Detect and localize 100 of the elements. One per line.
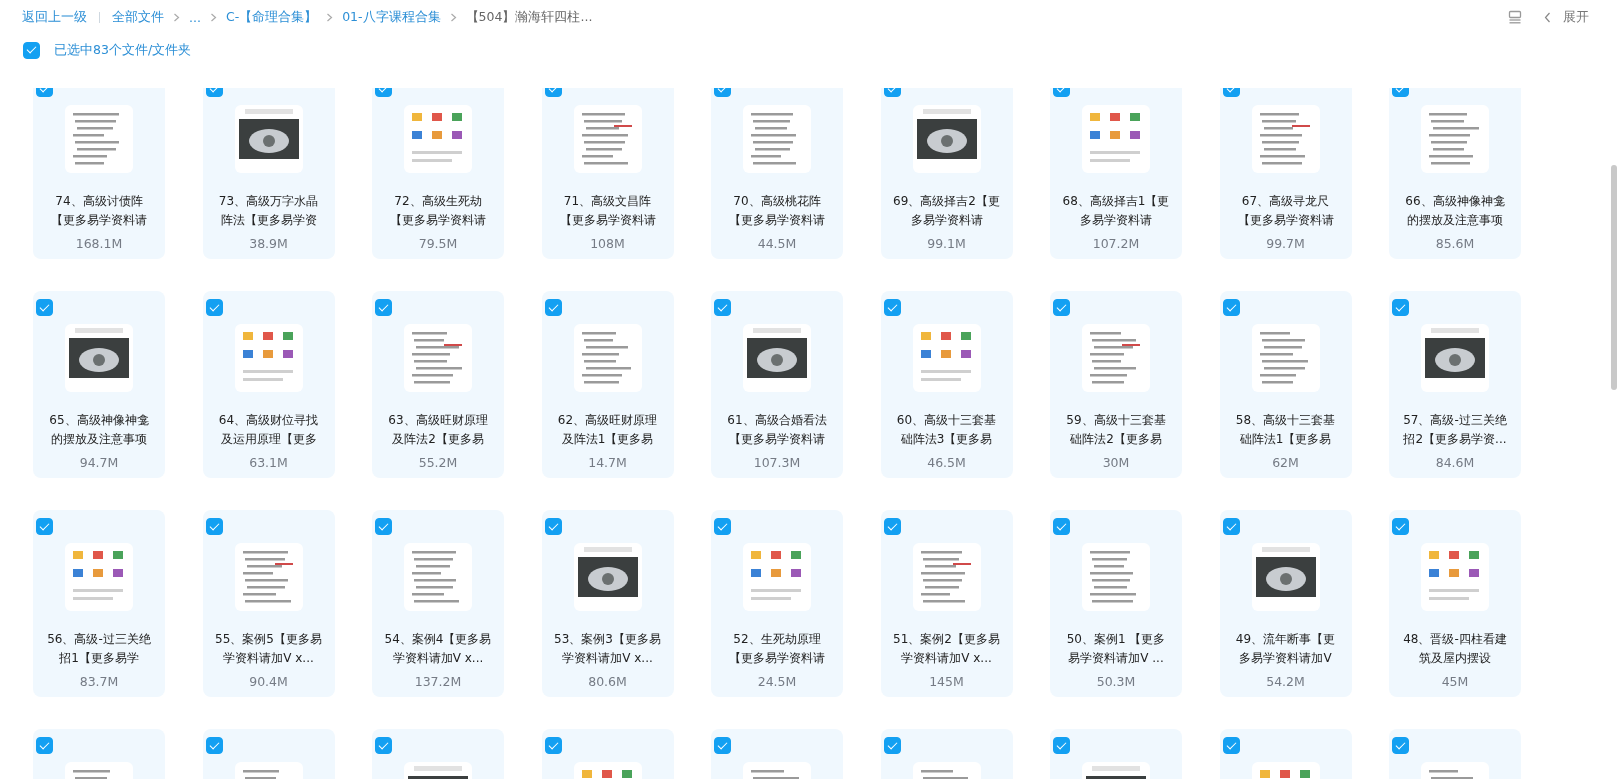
breadcrumb-link[interactable]: 【504】瀚海轩四柱... [465,8,593,26]
checkbox[interactable] [36,737,53,754]
breadcrumb-link[interactable]: ... [189,9,201,25]
chevron-left-icon [1544,11,1551,23]
file-size: 45M [1441,674,1469,689]
selection-count: 已选中83个文件/文件夹 [54,41,192,59]
file-card[interactable]: 55、案例5【更多易学资料请加V x... 90.4M [202,510,335,697]
file-size: 44.5M [757,236,797,251]
checkbox[interactable] [714,518,731,535]
checkbox[interactable] [1222,299,1240,316]
checkbox[interactable] [544,299,562,316]
breadcrumb-link[interactable]: C-【命理合集】 [225,8,318,26]
file-name: 62、高级旺财原理及阵法1【更多易 [556,412,659,448]
file-card[interactable]: 56、高级-过三关绝招1【更多易学 83.7M [33,510,165,697]
checkbox[interactable] [23,41,40,59]
file-size: 38.9M [249,236,288,251]
file-size: 107.3M [753,455,801,470]
file-size: 108M [590,236,625,251]
checkbox[interactable] [375,737,392,754]
file-card[interactable]: 59、高级十三套基础阵法2【更多易 30M [1050,291,1182,478]
chevron-icon [326,12,334,22]
chevron-icon [209,12,217,22]
expand-button[interactable]: 展开 [1544,8,1589,26]
back-link[interactable]: 返回上一级 [22,8,87,26]
chevron-icon [449,12,457,22]
file-size: 85.6M [1435,236,1475,251]
checkbox[interactable] [1392,299,1409,316]
checkbox[interactable] [883,518,901,535]
checkbox[interactable] [883,737,901,754]
chevron-icon [173,12,180,22]
file-name: 50、案例1 【更多易学资料请加V ... [1065,631,1167,667]
checkbox[interactable] [883,299,901,316]
file-card[interactable]: 65、高级神像神龛的摆放及注意事项 94.7M [33,291,165,478]
checkbox[interactable] [714,737,731,754]
file-name: 69、高级择吉2【更多易学资料请 [892,193,1001,229]
checkbox[interactable] [1053,518,1070,535]
file-name: 64、高级财位寻找及运用原理【更多 [217,412,320,448]
file-card[interactable]: 57、高级-过三关绝招2【更多易学资... 84.6M [1389,291,1521,478]
file-size: 107.2M [1092,236,1140,251]
checkbox[interactable] [1053,737,1070,754]
file-card[interactable]: 63、高级旺财原理及阵法2【更多易 55.2M [372,291,504,478]
file-size: 94.7M [79,455,119,470]
file-card[interactable]: 64、高级财位寻找及运用原理【更多 63.1M [202,291,335,478]
file-size: 137.2M [414,674,462,689]
list-view-icon[interactable] [1508,10,1522,24]
file-card[interactable]: 58、高级十三套基础阵法1【更多易 62M [1219,291,1352,478]
file-name: 74、高级讨债阵【更多易学资料请 [50,193,148,229]
file-size: 90.4M [249,674,288,689]
scrollbar[interactable] [1611,165,1617,390]
checkbox[interactable] [1392,518,1409,535]
checkbox[interactable] [205,518,223,535]
file-name: 68、高级择吉1【更多易学资料请 [1062,193,1170,229]
file-card[interactable]: 48、晋级-四柱看建筑及屋内摆设 45M [1389,510,1521,697]
file-card[interactable]: 49、流年断事【更多易学资料请加V 54.2M [1219,510,1352,697]
file-size: 80.6M [588,674,627,689]
file-name: 53、案例3【更多易学资料请加V x... [553,631,662,667]
file-size: 54.2M [1266,674,1305,689]
file-size: 145M [929,674,964,689]
file-size: 14.7M [588,455,627,470]
file-name: 60、高级十三套基础阵法3【更多易 [895,412,998,448]
file-name: 54、案例4【更多易学资料请加V x... [384,631,492,667]
file-size: 99.1M [927,236,966,251]
checkbox[interactable] [714,299,731,316]
file-name: 49、流年断事【更多易学资料请加V [1234,631,1337,667]
checkbox[interactable] [375,518,392,535]
checkbox[interactable] [205,737,223,754]
file-card[interactable]: 52、生死劫原理【更多易学资料请 24.5M [711,510,843,697]
checkbox[interactable] [205,299,223,316]
checkbox[interactable] [1392,737,1409,754]
file-card[interactable]: 51、案例2【更多易学资料请加V x... 145M [880,510,1013,697]
checkbox[interactable] [36,518,53,535]
file-name: 57、高级-过三关绝招2【更多易学资... [1402,412,1508,448]
checkbox[interactable] [1053,299,1070,316]
file-card[interactable]: 54、案例4【更多易学资料请加V x... 137.2M [372,510,504,697]
file-card[interactable]: 53、案例3【更多易学资料请加V x... 80.6M [541,510,674,697]
checkbox[interactable] [1222,737,1240,754]
file-card[interactable]: 60、高级十三套基础阵法3【更多易 46.5M [880,291,1013,478]
file-size: 55.2M [418,455,458,470]
checkbox[interactable] [544,737,562,754]
file-name: 65、高级神像神龛的摆放及注意事项 [48,412,150,448]
file-size: 24.5M [757,674,797,689]
file-size: 63.1M [249,455,288,470]
checkbox[interactable] [544,518,562,535]
file-size: 83.7M [79,674,119,689]
file-card[interactable]: 62、高级旺财原理及阵法1【更多易 14.7M [541,291,674,478]
file-size: 50.3M [1096,674,1136,689]
file-name: 70、高级桃花阵【更多易学资料请 [728,193,826,229]
file-card[interactable]: 61、高级合婚看法【更多易学资料请 107.3M [711,291,843,478]
checkbox[interactable] [375,299,392,316]
breadcrumb-link[interactable]: 全部文件 [112,8,164,26]
file-name: 71、高级文昌阵【更多易学资料请 [558,193,657,229]
checkbox[interactable] [36,299,53,316]
breadcrumb-link[interactable]: 01-八字课程合集 [342,8,441,26]
file-name: 48、晋级-四柱看建筑及屋内摆设 [1402,631,1508,667]
file-card[interactable]: 50、案例1 【更多易学资料请加V ... 50.3M [1050,510,1182,697]
checkbox[interactable] [1222,518,1240,535]
file-name: 59、高级十三套基础阵法2【更多易 [1065,412,1167,448]
file-size: 46.5M [927,455,966,470]
file-size: 168.1M [75,236,123,251]
file-name: 61、高级合婚看法【更多易学资料请 [726,412,828,448]
